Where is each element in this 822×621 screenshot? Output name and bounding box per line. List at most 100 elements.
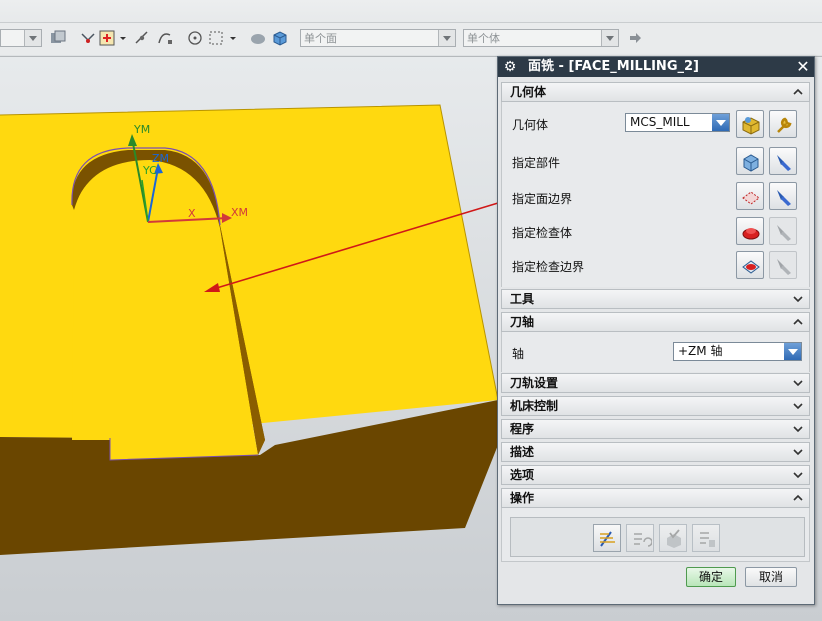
edit-geometry-button[interactable] (769, 110, 797, 138)
axis-value: +ZM 轴 (678, 344, 723, 358)
chevron-down-icon (793, 403, 803, 410)
face-milling-dialog: ⚙ 面铣 - [FACE_MILLING_2] ✕ 几何体 几何体 MCS_MI… (497, 56, 815, 605)
section-actions-body (501, 508, 810, 562)
verify-icon (667, 529, 681, 548)
section-description-title: 描述 (510, 445, 535, 459)
list-icon (700, 532, 715, 547)
axis-label-xm: XM (231, 206, 249, 219)
section-tool-axis-body: 轴 +ZM 轴 (501, 332, 810, 372)
chevron-up-icon (793, 88, 803, 95)
face-rule-combo[interactable]: 单个面 (300, 29, 456, 47)
body-rule-value: 单个体 (467, 32, 500, 45)
snap-point-icon[interactable] (79, 29, 97, 47)
chevron-down-icon (438, 30, 455, 46)
section-geometry-body: 几何体 MCS_MILL 指定部件 指定面边界 指定检查体 指定检查边界 (501, 102, 810, 287)
generate-toolpath-button[interactable] (593, 524, 621, 552)
section-options-header[interactable]: 选项 (501, 465, 810, 485)
specify-check-boundary-label: 指定检查边界 (512, 260, 585, 274)
wrench-icon (777, 117, 792, 133)
top-toolbar: 单个面 单个体 (0, 0, 822, 57)
select-check-boundary-button[interactable] (736, 251, 764, 279)
specify-face-boundary-label: 指定面边界 (512, 192, 573, 206)
geometry-value: MCS_MILL (630, 115, 690, 129)
section-tool-header[interactable]: 工具 (501, 289, 810, 309)
section-options-title: 选项 (510, 468, 535, 482)
part-icon (743, 154, 759, 172)
axis-label-yc: YC (143, 164, 157, 177)
generate-icon (600, 531, 615, 547)
display-check-body-button[interactable] (769, 217, 797, 245)
chevron-up-icon (793, 494, 803, 501)
chevron-down-icon (601, 30, 618, 46)
geometry-label: 几何体 (512, 118, 549, 132)
check-boundary-icon (742, 260, 760, 274)
section-path-settings-header[interactable]: 刀轨设置 (501, 373, 810, 393)
section-geometry-header[interactable]: 几何体 (501, 82, 810, 102)
dialog-titlebar: ⚙ 面铣 - [FACE_MILLING_2] ✕ (498, 57, 814, 77)
rect-select-icon[interactable] (207, 29, 225, 47)
ok-button[interactable]: 确定 (686, 567, 736, 587)
point-snap-icon[interactable] (133, 29, 151, 47)
section-machine-control-header[interactable]: 机床控制 (501, 396, 810, 416)
display-check-boundary-button[interactable] (769, 251, 797, 279)
toolbar-filter-combo[interactable] (0, 29, 42, 47)
section-tool-axis-header[interactable]: 刀轴 (501, 312, 810, 332)
face-rule-value: 单个面 (304, 32, 337, 45)
curve-snap-icon[interactable] (156, 29, 174, 47)
section-description-header[interactable]: 描述 (501, 442, 810, 462)
gear-icon[interactable]: ⚙ (502, 59, 518, 75)
display-part-button[interactable] (769, 147, 797, 175)
body-rule-combo[interactable]: 单个体 (463, 29, 619, 47)
axis-label-x: X (188, 207, 196, 220)
dialog-title: 面铣 - [FACE_MILLING_2] (528, 59, 699, 74)
chevron-down-icon (784, 343, 801, 360)
select-check-body-button[interactable] (736, 217, 764, 245)
new-geometry-button[interactable] (736, 110, 764, 138)
section-machine-control-title: 机床控制 (510, 399, 559, 413)
section-tool-title: 工具 (510, 292, 535, 306)
replay-toolpath-button[interactable] (626, 524, 654, 552)
section-program-header[interactable]: 程序 (501, 419, 810, 439)
flashlight-icon (777, 225, 791, 241)
chevron-down-icon (712, 114, 729, 131)
chevron-down-icon (793, 296, 803, 303)
list-toolpath-button[interactable] (692, 524, 720, 552)
section-actions-title: 操作 (510, 491, 535, 505)
arrow-right-icon[interactable] (626, 29, 644, 47)
flashlight-icon (777, 259, 791, 275)
face-boundary-icon (742, 191, 760, 205)
specify-check-body-label: 指定检查体 (512, 226, 573, 240)
section-geometry-title: 几何体 (510, 85, 547, 99)
solid-cube-icon[interactable] (271, 29, 289, 47)
chevron-down-icon (24, 30, 41, 46)
axis-combo[interactable]: +ZM 轴 (673, 342, 802, 361)
new-geometry-icon (742, 117, 760, 135)
chevron-down-icon (793, 472, 803, 479)
select-part-button[interactable] (736, 147, 764, 175)
replay-icon (634, 533, 652, 547)
select-face-boundary-button[interactable] (736, 182, 764, 210)
chevron-up-icon (793, 318, 803, 325)
select-box-icon[interactable] (98, 29, 116, 47)
check-body-icon (742, 228, 760, 240)
body-select-icon[interactable] (249, 29, 267, 47)
section-actions-header[interactable]: 操作 (501, 488, 810, 508)
circle-select-icon[interactable] (186, 29, 204, 47)
specify-part-label: 指定部件 (512, 156, 561, 170)
section-tool-axis-title: 刀轴 (510, 315, 535, 329)
display-face-boundary-button[interactable] (769, 182, 797, 210)
chevron-down-icon (793, 380, 803, 387)
section-program-title: 程序 (510, 422, 535, 436)
verify-toolpath-button[interactable] (659, 524, 687, 552)
layer-icon[interactable] (49, 29, 67, 47)
actions-toolbar (510, 517, 805, 557)
flashlight-icon (777, 190, 791, 206)
geometry-combo[interactable]: MCS_MILL (625, 113, 730, 132)
chevron-down-icon (793, 426, 803, 433)
chevron-down-icon (793, 449, 803, 456)
dropdown-arrow-icon[interactable] (229, 29, 247, 47)
close-icon[interactable]: ✕ (795, 59, 811, 75)
cancel-button[interactable]: 取消 (745, 567, 797, 587)
section-path-settings-title: 刀轨设置 (510, 376, 559, 390)
axis-label: 轴 (512, 347, 525, 361)
